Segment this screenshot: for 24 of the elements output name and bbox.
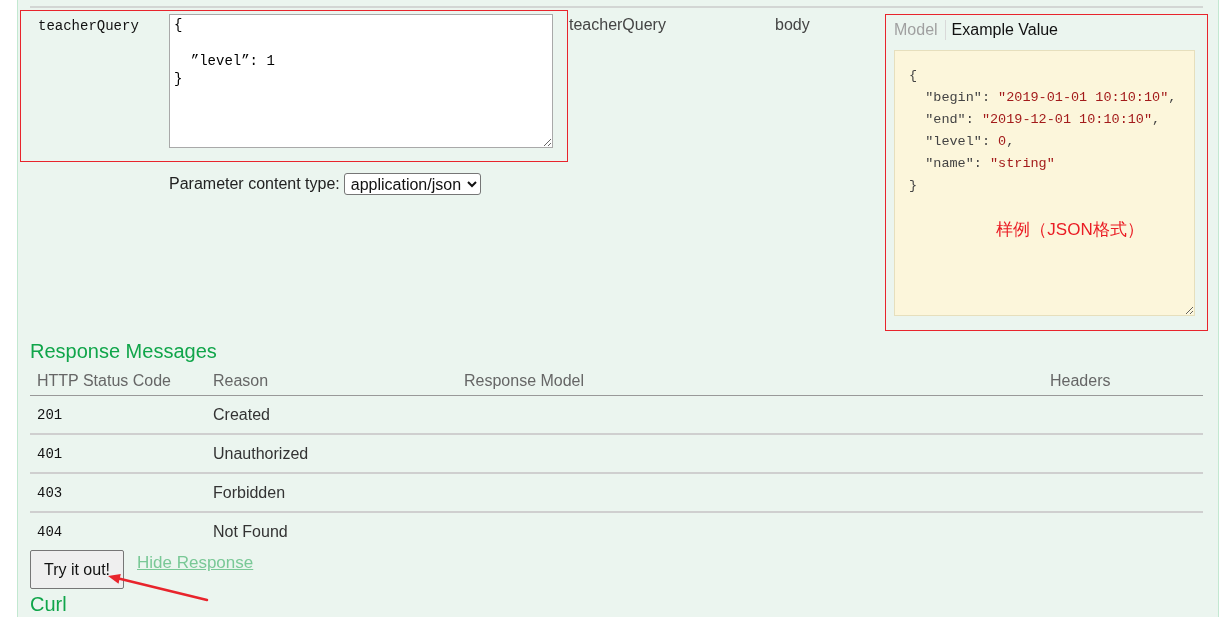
- reason-cell: Unauthorized: [213, 444, 309, 462]
- parameter-type: body: [775, 16, 810, 34]
- section-heading: Curl: [30, 594, 67, 615]
- parameter-description: teacherQuery: [569, 16, 666, 34]
- status-code-cell: 403: [37, 485, 63, 501]
- content-type-label: Parameter content type:: [169, 175, 340, 193]
- model-tab[interactable]: Example Value: [944, 19, 1065, 40]
- annotation-note: 样例（JSON格式）: [996, 219, 1144, 241]
- status-code-cell: 404: [37, 524, 63, 540]
- section-heading: Response Messages: [30, 339, 217, 363]
- status-code-cell: 401: [37, 446, 63, 462]
- reason-cell: Created: [213, 405, 270, 423]
- reason-cell: Forbidden: [213, 483, 286, 501]
- status-code-cell: 201: [37, 407, 63, 423]
- parameter-name: teacherQuery: [38, 17, 139, 35]
- column-header: Reason: [213, 372, 269, 390]
- json-textarea[interactable]: { ”level”: 1 }: [169, 14, 553, 148]
- example-json-code: { "begin": "2019-01-01 10:10:10", "end": "2019-12-01 10:10:10", "level": 0, "name": "string" }: [909, 67, 1177, 195]
- column-header: HTTP Status Code: [37, 372, 171, 390]
- try-it-out-button[interactable]: Try it out!: [30, 550, 124, 589]
- column-header: Headers: [1050, 372, 1111, 390]
- content-type-select[interactable]: application/json: [343, 173, 481, 195]
- reason-cell: Not Found: [213, 522, 288, 540]
- column-header: Response Model: [464, 372, 585, 390]
